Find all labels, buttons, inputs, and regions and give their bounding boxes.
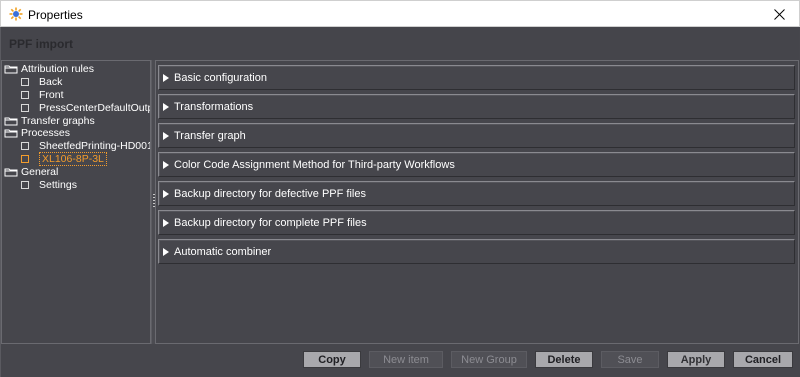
tree-node-label: PressCenterDefaultOutput — [39, 101, 151, 114]
tree-node-label: Attribution rules — [21, 62, 94, 75]
expand-arrow-icon — [163, 160, 169, 169]
tree-node-label: Back — [39, 75, 63, 88]
expand-arrow-icon — [163, 102, 169, 111]
header-band — [1, 27, 799, 61]
checkbox-icon — [21, 90, 29, 99]
expand-arrow-icon — [163, 218, 169, 227]
tree-node-general[interactable]: General — [4, 165, 58, 178]
expand-arrow-icon — [163, 247, 169, 256]
tree-node-label: Front — [39, 88, 64, 101]
expand-arrow-icon — [163, 73, 169, 82]
folder-icon — [4, 65, 18, 73]
tree-node-label: Settings — [39, 178, 77, 191]
section-backup-complete[interactable]: Backup directory for complete PPF files — [158, 210, 795, 235]
cancel-button[interactable]: Cancel — [733, 351, 793, 368]
section-label: Transformations — [174, 100, 254, 113]
checkbox-icon — [21, 77, 29, 86]
section-label: Color Code Assignment Method for Third-p… — [174, 158, 455, 171]
section-color-code-assignment[interactable]: Color Code Assignment Method for Third-p… — [158, 152, 795, 177]
section-label: Backup directory for complete PPF files — [174, 216, 367, 229]
window-title: Properties — [28, 8, 83, 22]
tree-node-settings[interactable]: Settings — [21, 178, 77, 191]
tree-node-back[interactable]: Back — [21, 75, 62, 88]
checkbox-icon — [21, 154, 29, 163]
expand-arrow-icon — [163, 131, 169, 140]
tree-node-label: SheetfedPrinting-HD001 — [39, 139, 151, 152]
new-item-button[interactable]: New item — [369, 351, 443, 368]
section-transformations[interactable]: Transformations — [158, 94, 795, 119]
section-backup-defective[interactable]: Backup directory for defective PPF files — [158, 181, 795, 206]
window-titlebar: Properties — [0, 0, 800, 27]
app-gear-icon — [9, 7, 23, 21]
tree-node-label: Transfer graphs — [21, 114, 95, 127]
folder-icon — [4, 129, 18, 137]
section-transfer-graph[interactable]: Transfer graph — [158, 123, 795, 148]
save-button[interactable]: Save — [601, 351, 659, 368]
tree-node-sheetfedprinting-hd001[interactable]: SheetfedPrinting-HD001 — [21, 139, 151, 152]
section-basic-configuration[interactable]: Basic configuration — [158, 65, 795, 90]
tree-node-attribution-rules[interactable]: Attribution rules — [4, 62, 94, 75]
tree-node-xl106-8p-3l[interactable]: XL106-8P-3L — [21, 151, 107, 166]
folder-icon — [4, 117, 18, 125]
settings-panel: Basic configuration Transformations Tran… — [155, 60, 799, 344]
copy-button[interactable]: Copy — [303, 351, 361, 368]
checkbox-icon — [21, 103, 29, 112]
section-automatic-combiner[interactable]: Automatic combiner — [158, 239, 795, 264]
tree-node-front[interactable]: Front — [21, 88, 64, 101]
folder-icon — [4, 168, 18, 176]
tree-node-label: Processes — [21, 126, 71, 139]
navigation-tree: Attribution rules Back Front PressCenter… — [1, 60, 151, 344]
tree-node-processes[interactable]: Processes — [4, 126, 70, 139]
close-icon — [773, 8, 785, 20]
delete-button[interactable]: Delete — [535, 351, 593, 368]
checkbox-icon — [21, 141, 29, 150]
close-button[interactable] — [759, 1, 799, 27]
section-label: Backup directory for defective PPF files — [174, 187, 366, 200]
page-title: PPF import — [9, 37, 74, 51]
tree-node-label-selected: XL106-8P-3L — [39, 151, 107, 166]
apply-button[interactable]: Apply — [667, 351, 725, 368]
tree-node-presscenterdefaultoutput[interactable]: PressCenterDefaultOutput — [21, 101, 151, 114]
section-label: Automatic combiner — [174, 245, 272, 258]
checkbox-icon — [21, 180, 29, 189]
section-label: Transfer graph — [174, 129, 246, 142]
new-group-button[interactable]: New Group — [451, 351, 527, 368]
section-label: Basic configuration — [174, 71, 267, 84]
expand-arrow-icon — [163, 189, 169, 198]
tree-node-label: General — [21, 165, 59, 178]
